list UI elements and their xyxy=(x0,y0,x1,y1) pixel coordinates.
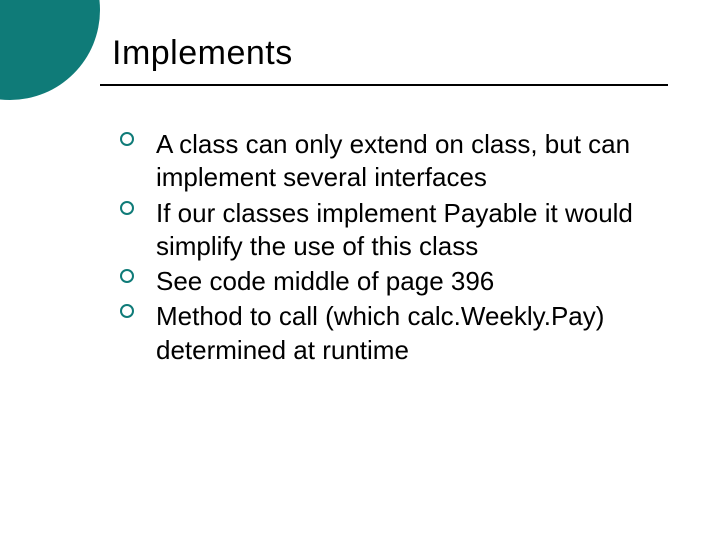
slide-title: Implements xyxy=(112,34,293,73)
bullet-circle-icon xyxy=(120,132,134,146)
bullet-text: If our classes implement Payable it woul… xyxy=(156,198,633,261)
bullet-circle-icon xyxy=(120,304,134,318)
decorative-corner-circle xyxy=(0,0,100,100)
bullet-text: Method to call (which calc.Weekly.Pay) d… xyxy=(156,301,604,364)
list-item: A class can only extend on class, but ca… xyxy=(120,128,668,195)
bullet-circle-icon xyxy=(120,201,134,215)
list-item: Method to call (which calc.Weekly.Pay) d… xyxy=(120,300,668,367)
list-item: If our classes implement Payable it woul… xyxy=(120,197,668,264)
bullet-circle-icon xyxy=(120,269,134,283)
slide: Implements A class can only extend on cl… xyxy=(0,0,720,540)
title-underline xyxy=(100,84,668,86)
bullet-text: See code middle of page 396 xyxy=(156,266,494,296)
bullet-list: A class can only extend on class, but ca… xyxy=(120,128,668,367)
slide-body: A class can only extend on class, but ca… xyxy=(120,128,668,369)
list-item: See code middle of page 396 xyxy=(120,265,668,298)
bullet-text: A class can only extend on class, but ca… xyxy=(156,129,630,192)
